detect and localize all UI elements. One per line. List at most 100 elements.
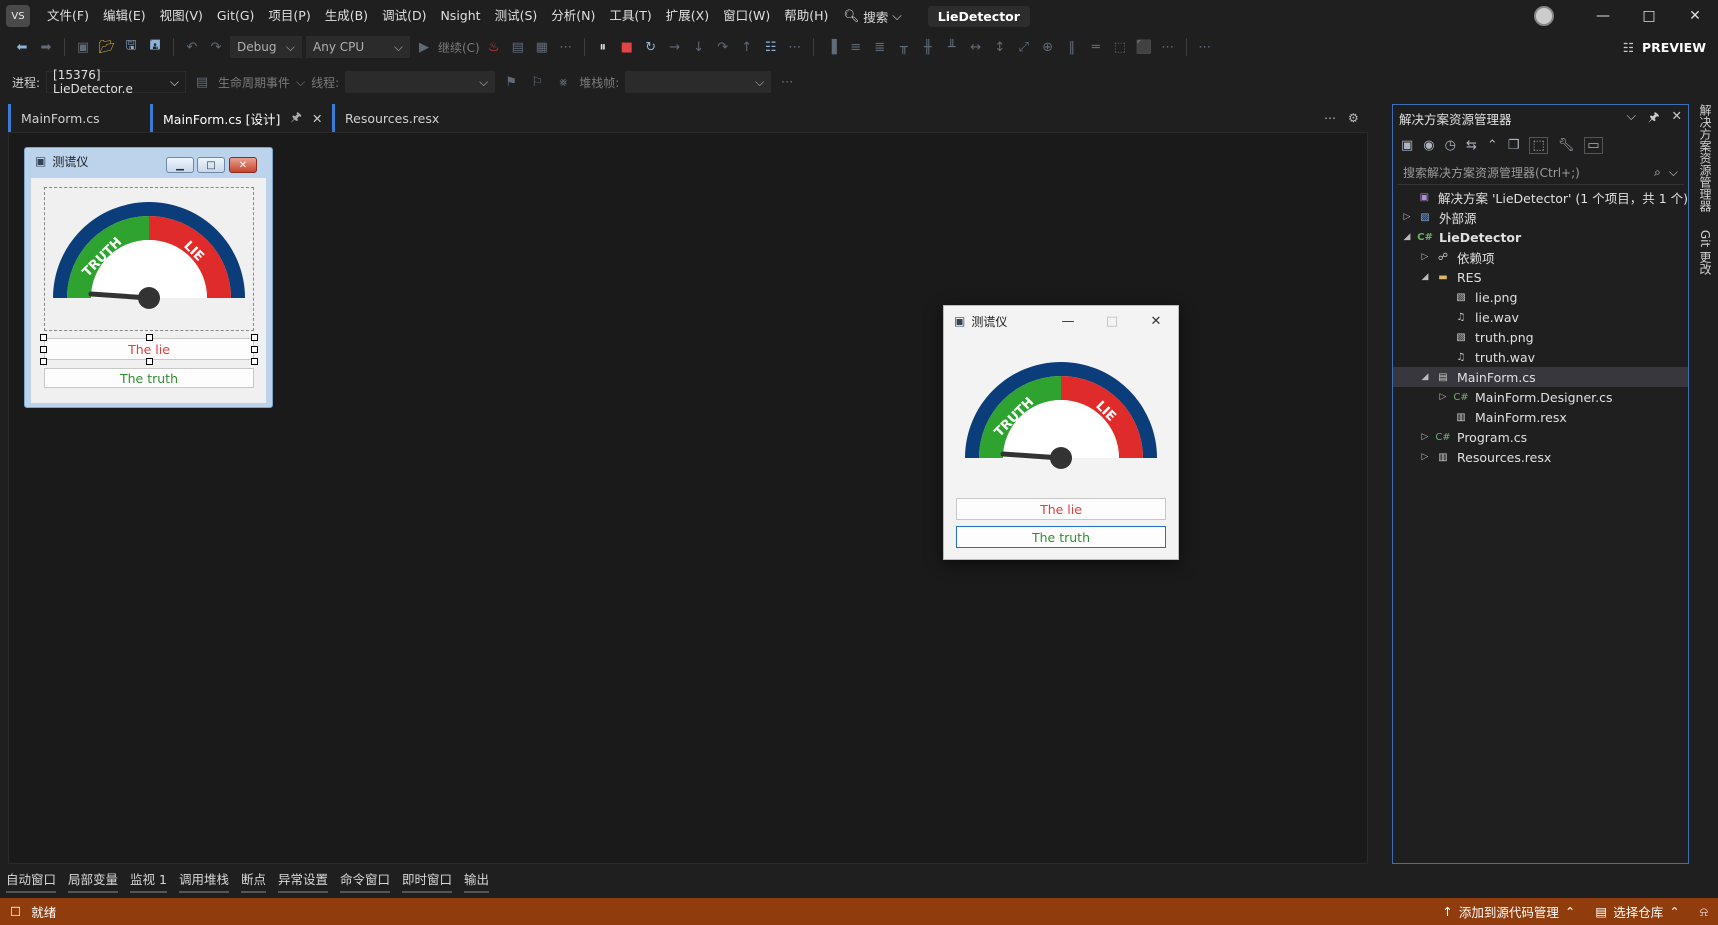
home-icon[interactable]: ◉ (1423, 138, 1434, 153)
tree-item-external-sources[interactable]: ▷ ▨ 外部源 (1393, 207, 1688, 227)
tab-immediate-window[interactable]: 即时窗口 (402, 869, 453, 893)
more-icon[interactable]: ⋯ (777, 72, 797, 92)
expand-arrow-icon[interactable]: ▷ (1419, 252, 1431, 262)
tree-item-project[interactable]: ◢ C# LieDetector (1393, 227, 1688, 247)
layout-icon[interactable]: ▦ (532, 37, 552, 57)
expand-arrow-icon[interactable]: ▷ (1419, 432, 1431, 442)
same-size-icon[interactable]: ⤢ (1014, 37, 1034, 57)
tab-locals[interactable]: 局部变量 (68, 869, 119, 893)
running-close-button[interactable]: ✕ (1134, 306, 1178, 336)
tree-item-dependencies[interactable]: ▷ ☍ 依赖项 (1393, 247, 1688, 267)
selection-handle[interactable] (251, 334, 258, 341)
show-next-statement-icon[interactable]: → (665, 37, 685, 57)
properties-wrench-icon[interactable]: 🔧︎ (1558, 138, 1575, 153)
tab-command-window[interactable]: 命令窗口 (340, 869, 391, 893)
same-width-icon[interactable]: ↔ (966, 37, 986, 57)
expand-arrow-icon[interactable]: ▷ (1419, 452, 1431, 462)
tree-item-truth-wav[interactable]: ♫ truth.wav (1393, 347, 1688, 367)
expand-arrow-icon[interactable]: ▷ (1401, 212, 1413, 222)
tab-mainform-cs[interactable]: MainForm.cs (8, 104, 144, 132)
designer-form-window[interactable]: ▣ 测谎仪 ▁ □ ✕ TRUTH LIE The lie The truth (24, 147, 273, 408)
align-top-icon[interactable]: ╥ (894, 37, 914, 57)
align-bottom-icon[interactable]: ╨ (942, 37, 962, 57)
copy-icon[interactable]: ❐ (1508, 138, 1520, 153)
menu-view[interactable]: 视图(V) (153, 0, 210, 32)
same-height-icon[interactable]: ↕ (990, 37, 1010, 57)
stop-icon[interactable]: ■ (617, 37, 637, 57)
menu-analyze[interactable]: 分析(N) (544, 0, 602, 32)
selection-handle[interactable] (146, 358, 153, 365)
sync-icon[interactable]: ⇆ (1466, 138, 1477, 153)
menu-debug[interactable]: 调试(D) (375, 0, 433, 32)
tree-item-mainform-resx[interactable]: ▥ MainForm.resx (1393, 407, 1688, 427)
pin-icon[interactable]: 🖈︎ (1648, 108, 1660, 129)
designer-truth-button[interactable]: The truth (44, 368, 254, 388)
running-truth-button[interactable]: The truth (956, 526, 1166, 548)
menu-test[interactable]: 测试(S) (488, 0, 545, 32)
selection-handle[interactable] (40, 346, 47, 353)
continue-play-icon[interactable]: ▶ (414, 37, 434, 57)
hot-reload-icon[interactable]: ♨ (484, 37, 504, 57)
tree-item-mainform-designer-cs[interactable]: ▷ C# MainForm.Designer.cs (1393, 387, 1688, 407)
maximize-button[interactable]: □ (1626, 0, 1672, 32)
new-project-icon[interactable]: ▣ (73, 37, 93, 57)
collapse-arrow-icon[interactable]: ◢ (1419, 372, 1431, 382)
diagnostics-icon[interactable]: ☷ (761, 37, 781, 57)
running-lie-button[interactable]: The lie (956, 498, 1166, 520)
selection-handle[interactable] (40, 358, 47, 365)
menu-help[interactable]: 帮助(H) (777, 0, 835, 32)
more-icon[interactable]: ⋯ (1324, 111, 1336, 125)
search-icon[interactable]: ⌕ (1654, 165, 1661, 180)
gauge-picturebox[interactable]: TRUTH LIE (44, 187, 254, 331)
align-center-icon[interactable]: ≡ (846, 37, 866, 57)
pause-icon[interactable]: ⏸︎ (593, 37, 613, 57)
account-avatar[interactable] (1534, 6, 1554, 26)
minimize-button[interactable]: — (1580, 0, 1626, 32)
selection-handle[interactable] (146, 334, 153, 341)
side-tab-solution-explorer[interactable]: 解决方案资源管理器 (1698, 104, 1712, 212)
platform-select[interactable]: Any CPU ⌵ (306, 36, 410, 58)
step-over-icon[interactable]: ↷ (713, 37, 733, 57)
bring-to-front-icon[interactable]: ⬚ (1110, 37, 1130, 57)
add-source-control-button[interactable]: ↑ 添加到源代码管理 ⌃ (1442, 902, 1575, 921)
tree-item-mainform-cs[interactable]: ◢ ▤ MainForm.cs (1393, 367, 1688, 387)
more-icon[interactable]: ⋯ (785, 37, 805, 57)
tab-watch-1[interactable]: 监视 1 (130, 869, 167, 893)
menu-tools[interactable]: 工具(T) (602, 0, 658, 32)
expand-arrow-icon[interactable]: ▷ (1437, 392, 1449, 402)
back-icon[interactable]: ⬅ (12, 37, 32, 57)
notifications-bell-icon[interactable]: ⍾ (1700, 904, 1708, 920)
align-left-icon[interactable]: ▐ (822, 37, 842, 57)
step-out-icon[interactable]: ↑ (737, 37, 757, 57)
running-minimize-button[interactable]: — (1046, 306, 1090, 336)
tab-mainform-designer[interactable]: MainForm.cs [设计] 🖈︎ ✕ (150, 104, 326, 132)
menu-project[interactable]: 项目(P) (261, 0, 317, 32)
tab-resources-resx[interactable]: Resources.resx (332, 104, 452, 132)
running-maximize-button[interactable]: □ (1090, 306, 1134, 336)
send-to-back-icon[interactable]: ⬛ (1134, 37, 1154, 57)
collapse-arrow-icon[interactable]: ◢ (1401, 232, 1413, 242)
tree-item-program-cs[interactable]: ▷ C# Program.cs (1393, 427, 1688, 447)
tree-item-solution[interactable]: ▣ 解决方案 'LieDetector' (1 个项目，共 1 个) (1393, 187, 1688, 207)
side-tab-git-changes[interactable]: Git 更改 (1698, 230, 1712, 275)
lifecycle-events-icon[interactable]: ▤ (192, 72, 212, 92)
tab-exception-settings[interactable]: 异常设置 (278, 869, 329, 893)
process-select[interactable]: [15376] LieDetector.e ⌵ (46, 68, 187, 96)
chevron-down-icon[interactable]: ⌵ (1626, 108, 1635, 129)
selection-handle[interactable] (251, 346, 258, 353)
selection-handle[interactable] (40, 334, 47, 341)
undo-icon[interactable]: ↶ (182, 37, 202, 57)
running-form-window[interactable]: ▣ 测谎仪 — □ ✕ TRUTH LIE The lie The truth (943, 305, 1179, 560)
filter-icon[interactable]: ⨳ (553, 72, 573, 92)
search-input[interactable]: 搜索解决方案资源管理器(Ctrl+;) (1403, 164, 1580, 181)
solution-explorer-search[interactable]: 搜索解决方案资源管理器(Ctrl+;) ⌕ ⌵ (1397, 161, 1684, 185)
more-icon[interactable]: ⋯ (1158, 37, 1178, 57)
forward-icon[interactable]: ➡ (36, 37, 56, 57)
more-icon[interactable]: ⋯ (556, 37, 576, 57)
collapse-arrow-icon[interactable]: ◢ (1419, 272, 1431, 282)
menu-git[interactable]: Git(G) (210, 0, 262, 32)
menu-window[interactable]: 窗口(W) (716, 0, 777, 32)
more-icon[interactable]: ⋯ (1195, 37, 1215, 57)
menu-edit[interactable]: 编辑(E) (96, 0, 153, 32)
designer-lie-button[interactable]: The lie (44, 338, 254, 360)
